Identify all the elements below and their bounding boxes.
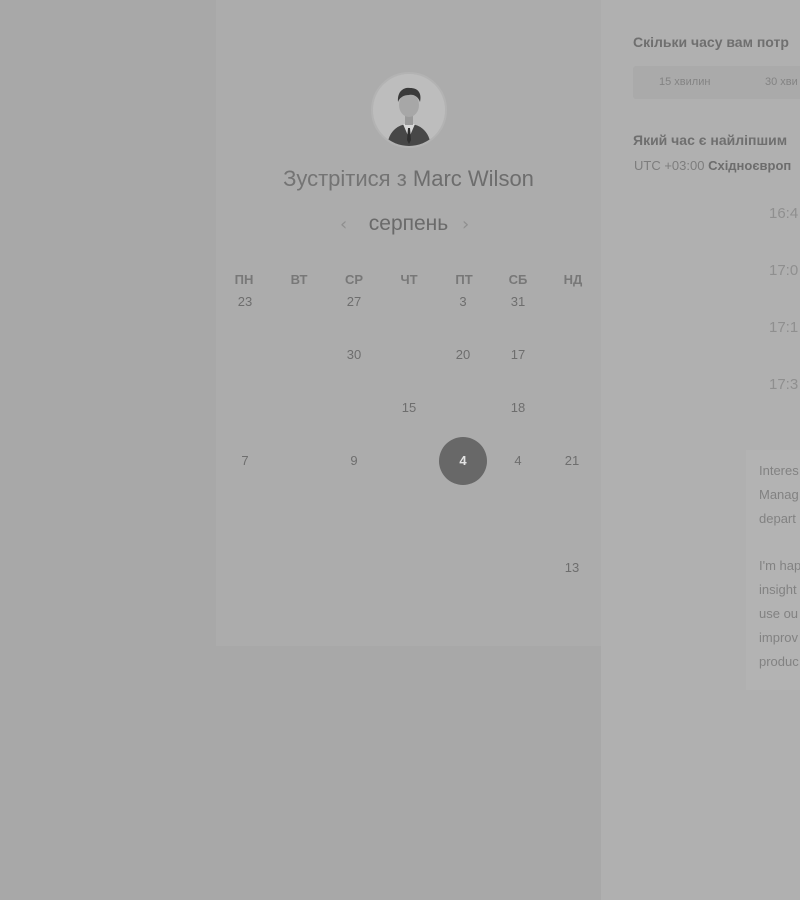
user-portrait-icon [373, 74, 445, 146]
calendar-day [389, 548, 429, 588]
timezone-label[interactable]: UTC +03:00 Східноєвроп [634, 158, 791, 173]
calendar-day[interactable]: 30 [334, 335, 374, 375]
chevron-right-icon[interactable]: › [462, 214, 469, 235]
calendar-day [498, 495, 538, 535]
calendar-day [225, 495, 265, 535]
calendar-day[interactable]: 21 [552, 441, 592, 481]
calendar-day [443, 495, 483, 535]
description-line: improv [759, 630, 799, 645]
calendar-day[interactable]: 7 [225, 441, 265, 481]
description-line: use ou [759, 606, 799, 621]
calendar-day [552, 388, 592, 428]
description-line: Manag [759, 487, 799, 502]
calendar-day [389, 282, 429, 322]
calendar-day [389, 441, 429, 481]
calendar-day[interactable]: 13 [552, 548, 592, 588]
host-avatar [371, 72, 447, 148]
month-label: серпень [368, 212, 449, 235]
month-navigation: ‹ серпень › [216, 212, 601, 236]
calendar-day[interactable]: 31 [498, 282, 538, 322]
calendar-day [498, 548, 538, 588]
calendar-day[interactable]: 4 [498, 441, 538, 481]
calendar-day [225, 548, 265, 588]
calendar-day [279, 388, 319, 428]
time-slot[interactable]: 16:4 [769, 205, 798, 222]
calendar-day [334, 495, 374, 535]
calendar-day [389, 335, 429, 375]
duration-option[interactable]: 30 хви [765, 76, 798, 88]
calendar-day [334, 548, 374, 588]
description-line: I'm hap [759, 558, 800, 573]
calendar-day [279, 548, 319, 588]
description-line: depart [759, 511, 796, 526]
description-line: Interes [759, 463, 799, 478]
host-name: Marc Wilson [412, 166, 534, 191]
calendar-day [279, 495, 319, 535]
time-slot[interactable]: 17:3 [769, 376, 798, 393]
calendar-day[interactable]: 23 [225, 282, 265, 322]
calendar-day [225, 388, 265, 428]
calendar-day[interactable]: 27 [334, 282, 374, 322]
description-line: insight [759, 582, 797, 597]
timezone-name: Східноєвроп [708, 158, 792, 173]
calendar-day [443, 548, 483, 588]
calendar-day[interactable]: 18 [498, 388, 538, 428]
calendar-day [389, 495, 429, 535]
calendar-day[interactable]: 20 [443, 335, 483, 375]
calendar-day[interactable]: 9 [334, 441, 374, 481]
calendar-day [443, 388, 483, 428]
time-slot[interactable]: 17:1 [769, 319, 798, 336]
meeting-title: Зустрітися з Marc Wilson [216, 166, 601, 192]
calendar-day [334, 388, 374, 428]
duration-option[interactable]: 15 хвилин [659, 76, 710, 88]
calendar-day [552, 335, 592, 375]
calendar-day [552, 282, 592, 322]
calendar-day [552, 495, 592, 535]
meeting-title-prefix: Зустрітися з [283, 166, 407, 191]
calendar-day[interactable]: 17 [498, 335, 538, 375]
calendar-day [279, 282, 319, 322]
calendar-day[interactable]: 3 [443, 282, 483, 322]
chevron-left-icon[interactable]: ‹ [340, 214, 347, 235]
calendar-day [279, 335, 319, 375]
calendar-day [279, 441, 319, 481]
time-question: Який час є найліпшим [633, 132, 788, 148]
timezone-offset: UTC +03:00 [634, 158, 705, 173]
calendar-day-selected[interactable]: 4 [439, 437, 487, 485]
time-slot[interactable]: 17:0 [769, 262, 798, 279]
calendar-day[interactable]: 15 [389, 388, 429, 428]
description-line: produc [759, 654, 799, 669]
calendar-day [225, 335, 265, 375]
duration-question: Скільки часу вам потр [633, 34, 789, 50]
duration-selector: 15 хвилин 30 хви [633, 66, 800, 99]
